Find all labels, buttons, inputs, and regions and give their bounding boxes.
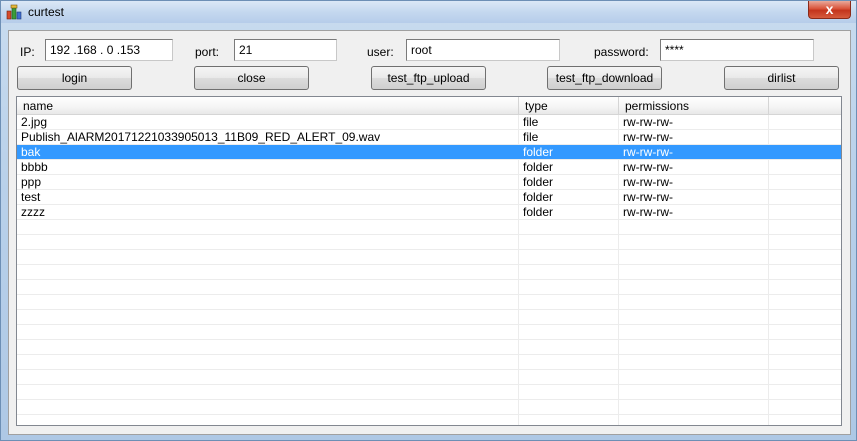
list-cell-permissions: rw-rw-rw-: [623, 190, 673, 204]
ip-label: IP:: [20, 45, 35, 59]
list-cell-name: Publish_AlARM20171221033905013_11B09_RED…: [21, 130, 381, 144]
port-label: port:: [195, 45, 220, 59]
empty-row: [17, 385, 841, 400]
empty-row: [17, 400, 841, 415]
dirlist-button[interactable]: dirlist: [724, 66, 839, 90]
column-header-name[interactable]: name: [17, 97, 519, 115]
list-cell-name: 2.jpg: [21, 115, 48, 129]
list-cell-type: folder: [523, 190, 554, 204]
list-cell-type: folder: [523, 205, 554, 219]
app-window: curtest x IP: 192 .168 . 0 .153 port: 21…: [0, 0, 857, 441]
user-field[interactable]: root: [406, 39, 560, 61]
window-close-button[interactable]: x: [808, 1, 851, 19]
column-header-permissions[interactable]: permissions: [619, 97, 769, 115]
list-cell-name: zzzz: [21, 205, 45, 219]
list-cell-type: file: [523, 130, 539, 144]
test-ftp-upload-button[interactable]: test_ftp_upload: [371, 66, 486, 90]
password-label: password:: [594, 45, 649, 59]
window-title: curtest: [28, 5, 65, 19]
list-item[interactable]: test folder rw-rw-rw-: [17, 190, 841, 205]
list-cell-type: folder: [523, 175, 554, 189]
login-button[interactable]: login: [17, 66, 132, 90]
port-field[interactable]: 21: [234, 39, 337, 61]
client-area: IP: 192 .168 . 0 .153 port: 21 user: roo…: [8, 30, 851, 435]
list-cell-name: test: [21, 190, 41, 204]
empty-row: [17, 325, 841, 340]
list-cell-name: bak: [21, 145, 41, 159]
list-cell-permissions: rw-rw-rw-: [623, 130, 673, 144]
list-cell-permissions: rw-rw-rw-: [623, 115, 673, 129]
list-item[interactable]: zzzz folder rw-rw-rw-: [17, 205, 841, 220]
list-cell-name: ppp: [21, 175, 42, 189]
empty-row: [17, 310, 841, 325]
list-item[interactable]: bbbb folder rw-rw-rw-: [17, 160, 841, 175]
empty-row: [17, 340, 841, 355]
list-cell-permissions: rw-rw-rw-: [623, 175, 673, 189]
empty-row: [17, 370, 841, 385]
test-ftp-download-button[interactable]: test_ftp_download: [547, 66, 662, 90]
list-item[interactable]: 2.jpg file rw-rw-rw-: [17, 115, 841, 130]
list-item[interactable]: Publish_AlARM20171221033905013_11B09_RED…: [17, 130, 841, 145]
empty-row: [17, 235, 841, 250]
user-label: user:: [367, 45, 394, 59]
empty-row: [17, 220, 841, 235]
empty-row: [17, 415, 841, 425]
list-rows: 2.jpg file rw-rw-rw- Publish_AlARM201712210…: [17, 115, 841, 425]
list-cell-type: folder: [523, 145, 554, 159]
list-item[interactable]: bak folder rw-rw-rw-: [17, 145, 841, 160]
empty-row: [17, 355, 841, 370]
list-cell-permissions: rw-rw-rw-: [623, 160, 673, 174]
empty-row: [17, 250, 841, 265]
list-cell-permissions: rw-rw-rw-: [623, 145, 673, 159]
app-blocks-icon: [6, 4, 22, 20]
title-bar[interactable]: curtest x: [1, 1, 856, 23]
list-cell-permissions: rw-rw-rw-: [623, 205, 673, 219]
close-icon: x: [825, 1, 834, 17]
empty-row: [17, 295, 841, 310]
empty-row: [17, 280, 841, 295]
list-cell-type: folder: [523, 160, 554, 174]
close-button[interactable]: close: [194, 66, 309, 90]
file-list[interactable]: name type permissions 2.jpg file rw-rw-rw-…: [16, 96, 842, 426]
ip-address-field[interactable]: 192 .168 . 0 .153: [45, 39, 173, 61]
list-cell-type: file: [523, 115, 539, 129]
list-item[interactable]: ppp folder rw-rw-rw-: [17, 175, 841, 190]
list-cell-name: bbbb: [21, 160, 48, 174]
empty-row: [17, 265, 841, 280]
password-field[interactable]: ****: [660, 39, 814, 61]
list-header: name type permissions: [17, 97, 841, 115]
column-header-type[interactable]: type: [519, 97, 619, 115]
